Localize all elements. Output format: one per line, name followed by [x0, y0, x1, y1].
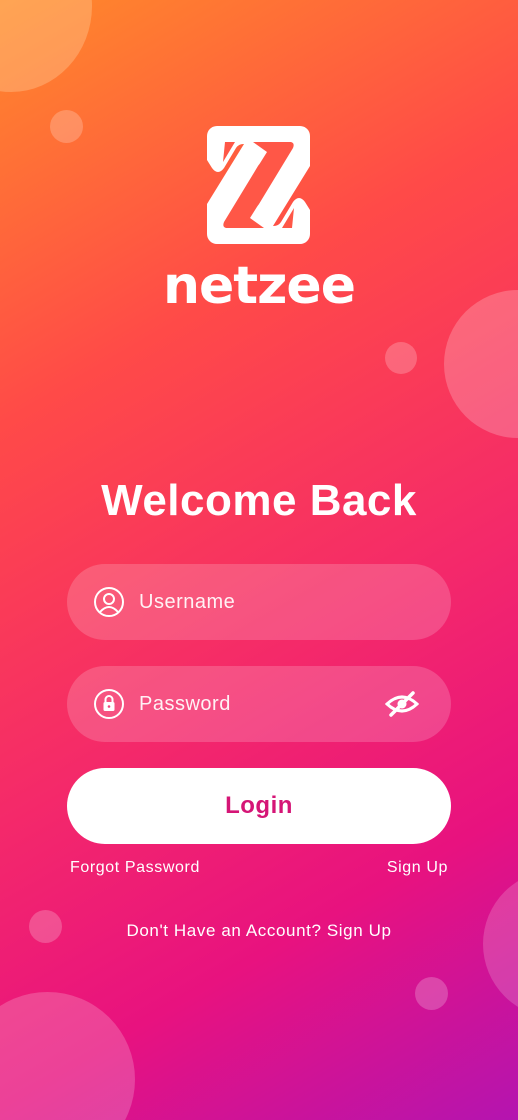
username-input[interactable] [137, 589, 419, 615]
eye-slash-icon[interactable] [385, 690, 419, 718]
decor-bubble [50, 110, 83, 143]
decor-bubble [385, 342, 417, 374]
user-circle-icon [94, 587, 124, 617]
sign-up-link[interactable]: Sign Up [387, 859, 448, 877]
decor-bubble [0, 0, 92, 92]
password-field[interactable] [67, 666, 451, 742]
welcome-heading: Welcome Back [101, 476, 417, 525]
login-button[interactable]: Login [67, 768, 451, 844]
lock-icon [94, 689, 124, 719]
decor-bubble [415, 977, 448, 1010]
brand-wordmark: netzee [163, 256, 356, 316]
login-screen: netzee Welcome Back Login Forgot Passwor… [0, 0, 518, 1120]
netzee-z-logo-icon [207, 126, 310, 244]
password-input[interactable] [137, 691, 385, 717]
decor-bubble [483, 870, 518, 1018]
username-field[interactable] [67, 564, 451, 640]
decor-bubble [0, 992, 135, 1120]
forgot-password-link[interactable]: Forgot Password [70, 859, 200, 877]
no-account-signup-link[interactable]: Don't Have an Account? Sign Up [0, 921, 518, 941]
